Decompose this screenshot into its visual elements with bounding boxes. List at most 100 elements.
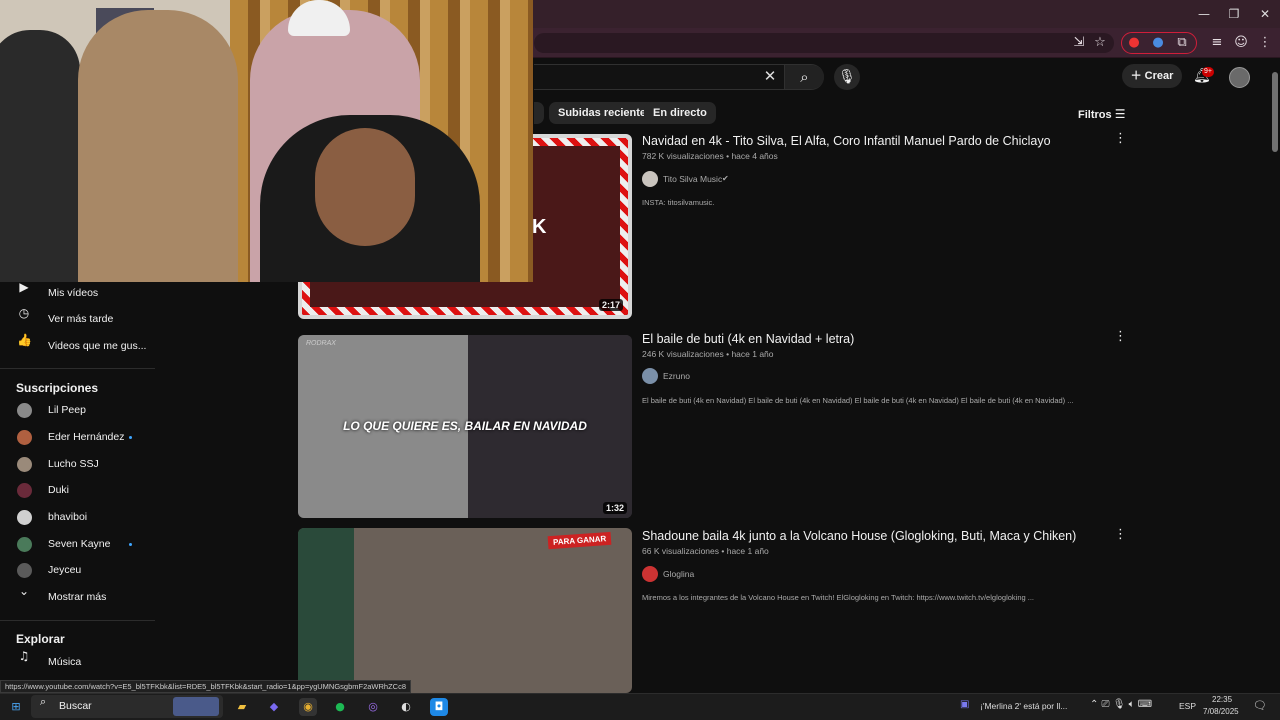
sidebar-item-label: Ver más tarde [48,313,114,325]
channel-avatar [17,510,32,525]
filters-button[interactable]: Filtros ☰ [1078,107,1125,121]
chrome-taskbar-icon[interactable]: ◉ [299,698,317,716]
sidebar-item-subscription[interactable]: Lil Peep [0,397,155,423]
channel-avatar [17,563,32,578]
create-button[interactable]: ＋ Crear [1122,64,1182,88]
webcam-overlay [0,0,533,282]
chrome-menu-icon[interactable]: ⋮ [1256,34,1274,52]
video-title[interactable]: Navidad en 4k - Tito Silva, El Alfa, Cor… [642,134,1051,148]
subscription-name: Jeyceu [48,564,82,576]
create-label: Crear [1144,70,1174,82]
media-queue-icon[interactable]: ≡ [1208,34,1226,52]
sidebar-item-watch-later[interactable]: ◷ Ver más tarde [0,306,155,332]
extensions-puzzle-icon[interactable]: ⧉ [1173,34,1191,52]
video-title[interactable]: El baile de buti (4k en Navidad + letra) [642,332,854,346]
sidebar-item-subscription[interactable]: Jeyceu [0,557,155,583]
subscription-name: Eder Hernández [48,431,125,443]
close-window-button[interactable]: ✕ [1248,4,1280,24]
clear-search-icon[interactable]: ✕ [761,67,779,85]
file-explorer-icon[interactable]: ▰ [233,698,251,716]
chevron-down-icon: ⌄ [18,584,30,598]
taskbar-search[interactable]: ⌕ Buscar [31,695,223,718]
sidebar-item-subscription[interactable]: Duki [0,477,155,503]
video-thumbnail[interactable]: PARA GANAR [298,528,632,693]
notification-center-icon[interactable]: 🗨︎ [1253,699,1267,712]
subscription-name: Duki [48,484,70,496]
video-title[interactable]: Shadoune baila 4k junto a la Volcano Hou… [642,529,1076,543]
sidebar-item-label: Música [48,656,82,668]
search-icon: ⌕ [800,68,809,86]
sidebar-item-subscription[interactable]: Eder Hernández [0,424,155,450]
subscription-name: Lucho SSJ [48,458,99,470]
install-app-icon[interactable]: ⇲ [1070,34,1088,52]
sidebar-item-music[interactable]: ♫ Música [0,649,155,675]
language-indicator[interactable]: ESP [1179,701,1196,711]
explore-heading: Explorar [16,632,65,646]
video-thumbnail[interactable]: RODRAX LO QUE QUIERE ES, BAILAR EN NAVID… [298,335,632,518]
minimize-button[interactable]: — [1187,4,1221,24]
clock-date[interactable]: 7/08/2025 [1203,707,1239,716]
copilot-icon[interactable]: ◆ [265,698,283,716]
play-icon: ▶ [19,280,29,294]
person-front-face [315,128,415,246]
windows-start-icon[interactable]: ⊞ [7,698,25,716]
channel-avatar [17,430,32,445]
video-meta: 782 K visualizaciones • hace 4 años [642,151,778,161]
chip-partial[interactable] [534,102,544,124]
taskbar-search-placeholder: Buscar [59,700,92,712]
voice-search-button[interactable]: 🎙 [834,64,860,90]
sidebar-divider [0,368,155,369]
sidebar-item-subscription[interactable]: Lucho SSJ [0,451,155,477]
video-meta: 66 K visualizaciones • hace 1 año [642,546,769,556]
scrollbar-thumb[interactable] [1272,72,1278,152]
video-description: Miremos a los integrantes de la Volcano … [642,593,1035,602]
more-actions-icon[interactable]: ⋮ [1114,131,1127,146]
channel-name: Tito Silva Music [663,174,723,184]
filters-label: Filtros [1078,109,1112,121]
discord-icon[interactable]: ◎ [364,698,382,716]
filters-icon: ☰ [1114,107,1126,121]
subscription-name: Lil Peep [48,404,86,416]
taskbar-notification[interactable]: ¡'Merlina 2' está por ll... [980,701,1067,711]
channel-avatar [17,403,32,418]
profile-icon[interactable]: ☺ [1232,34,1250,52]
sidebar-item-subscription[interactable]: Seven Kayne [0,531,155,557]
spotify-icon[interactable]: ● [331,698,349,716]
channel-name: Gloglina [663,569,695,579]
account-avatar[interactable] [1229,67,1250,88]
notification-badge: 9+ [1202,67,1214,77]
extension-red-icon[interactable]: ● [1125,34,1143,52]
sidebar-item-my-videos[interactable]: ▶ Mis vídeos [0,280,155,306]
thumbs-up-icon: 👍 [17,333,32,347]
restore-button[interactable]: ❐ [1217,4,1251,24]
channel-avatar [642,171,658,187]
new-content-dot [129,543,132,546]
app-taskbar-icon[interactable]: ◘ [430,698,448,716]
extension-blue-icon[interactable]: ● [1149,34,1167,52]
show-more-button[interactable]: ⌄ Mostrar más [0,584,155,610]
clock-time[interactable]: 22:35 [1212,695,1232,704]
sidebar-item-liked-videos[interactable]: 👍 Videos que me gus... [0,333,155,359]
subscription-name: bhaviboi [48,511,88,523]
subscriptions-heading: Suscripciones [16,381,99,395]
video-meta: 246 K visualizaciones • hace 1 año [642,349,774,359]
obs-icon[interactable]: ◐ [397,698,415,716]
more-actions-icon[interactable]: ⋮ [1114,329,1127,344]
notification-app-icon: ▣ [960,699,970,710]
thumbnail-overlay-text: K [532,216,547,238]
person-left [0,30,80,282]
person-center-left [78,10,238,282]
scrollbar[interactable] [1270,62,1280,690]
chip-live[interactable]: En directo [644,102,716,124]
bookmark-star-icon[interactable]: ☆ [1091,34,1109,52]
system-tray-icons[interactable]: ⌃ ⎚ 🎙︎ 🔈︎ ⌨ [1090,699,1152,710]
sidebar-item-subscription[interactable]: bhaviboi [0,504,155,530]
address-bar[interactable] [534,33,1114,53]
clock-icon: ◷ [18,306,30,320]
subscription-name: Seven Kayne [48,538,111,550]
channel-avatar [642,368,658,384]
search-button[interactable]: ⌕ [784,65,824,89]
thumbnail-overlay-text: LO QUE QUIERE ES, BAILAR EN NAVIDAD [343,419,587,433]
search-input[interactable] [534,64,824,90]
more-actions-icon[interactable]: ⋮ [1114,527,1127,542]
